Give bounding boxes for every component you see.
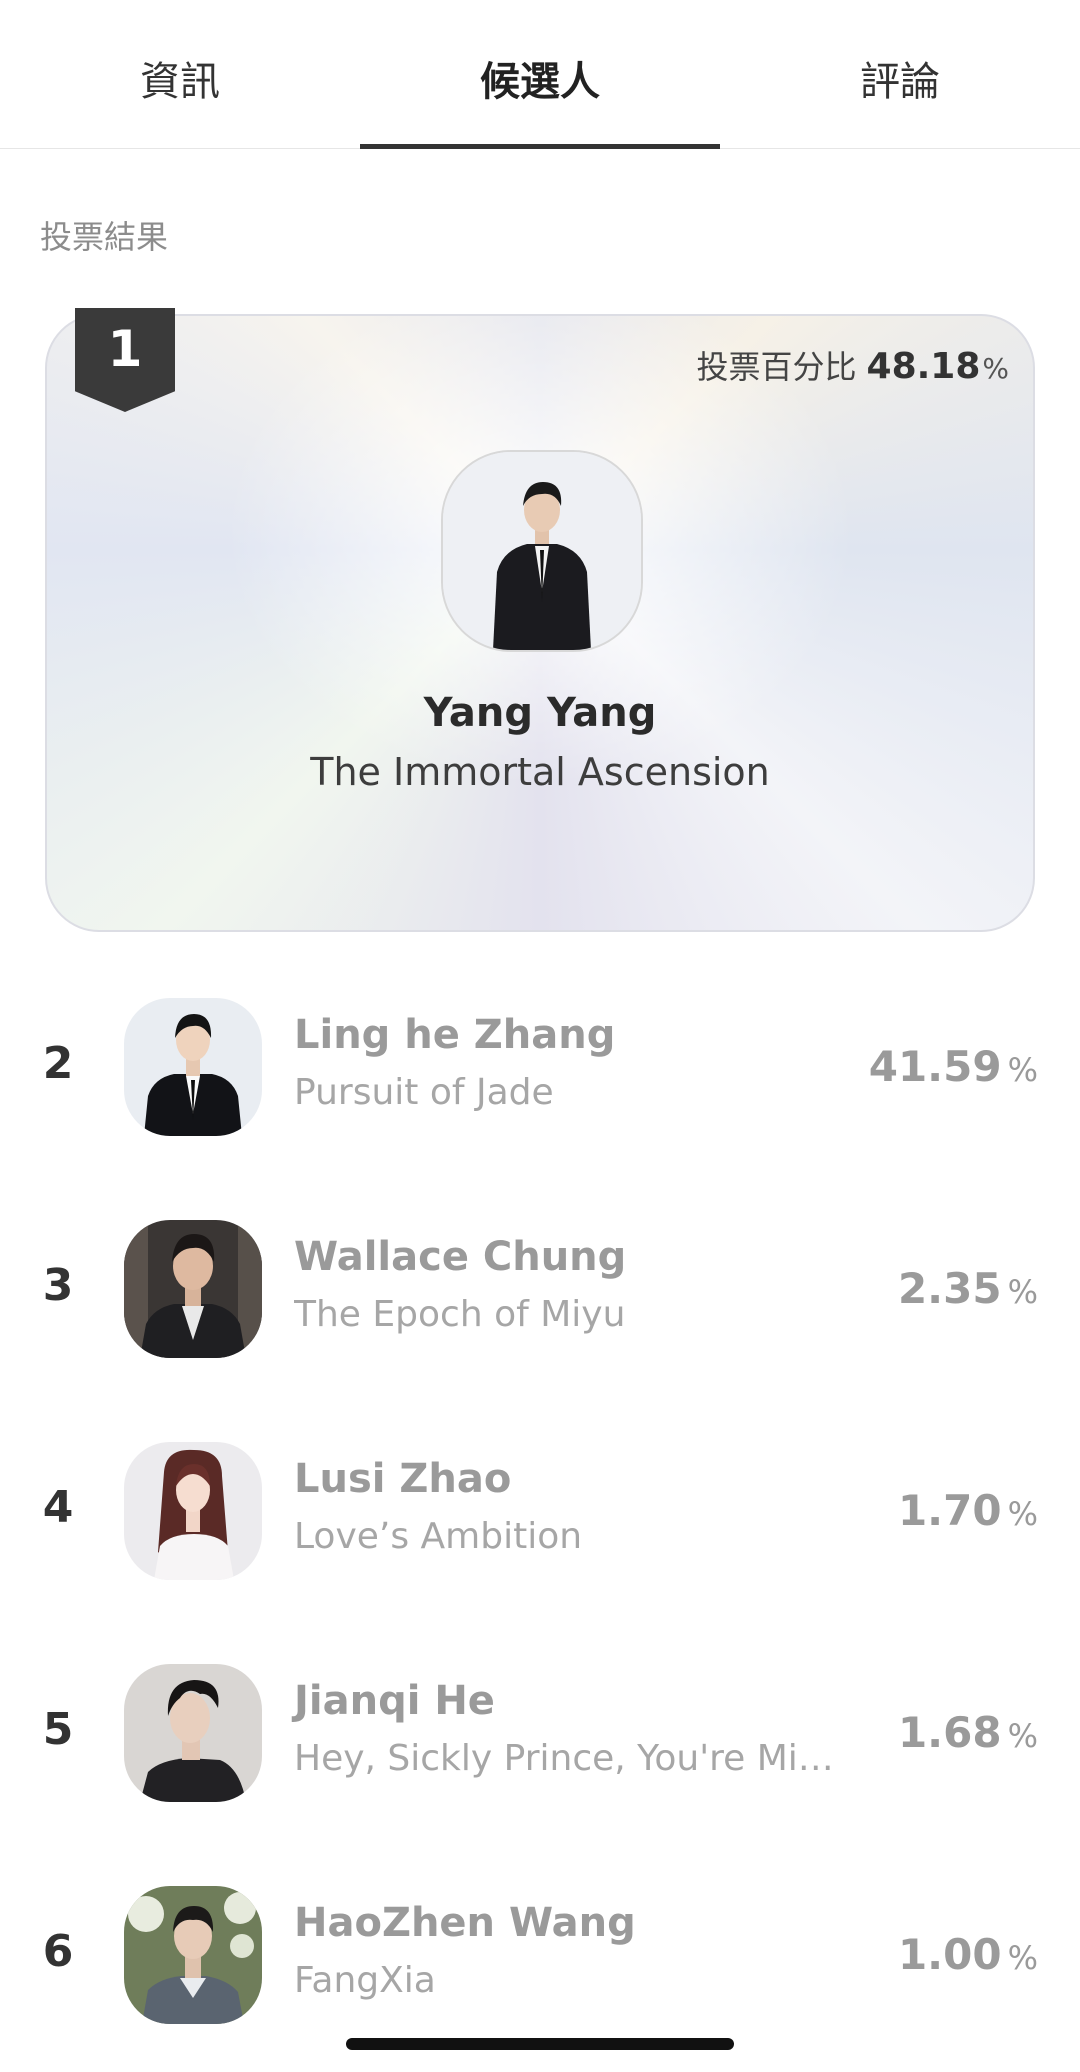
vote-percent-unit: % — [982, 352, 1009, 385]
percent-value: 1.00 — [897, 1930, 1002, 1979]
rank-number: 1 — [107, 320, 143, 378]
percent-unit: % — [1007, 1495, 1038, 1533]
avatar[interactable] — [124, 1220, 262, 1358]
avatar[interactable] — [124, 1886, 262, 2024]
vote-percent: 投票百分比 48.18 % — [697, 342, 1010, 388]
candidate-percent: 1.00 % — [898, 1930, 1038, 1979]
percent-unit: % — [1007, 1939, 1038, 1977]
candidate-work: Hey, Sickly Prince, You're Min... — [294, 1738, 834, 1779]
row-rank: 5 — [42, 1704, 74, 1755]
candidate-name: Ling he Zhang — [294, 1012, 616, 1058]
percent-unit: % — [1007, 1717, 1038, 1755]
avatar[interactable] — [124, 998, 262, 1136]
list-item[interactable]: 5 Jianqi He Hey, Sickly Prince, You're M… — [0, 1664, 1080, 1814]
home-indicator[interactable] — [346, 2038, 734, 2050]
avatar[interactable] — [124, 1442, 262, 1580]
vote-percent-label: 投票百分比 — [696, 348, 857, 386]
candidate-work: Love’s Ambition — [294, 1516, 583, 1557]
percent-value: 2.35 — [897, 1264, 1002, 1313]
candidate-work: The Epoch of Miyu — [294, 1294, 626, 1335]
candidate-percent: 41.59 % — [869, 1042, 1038, 1091]
candidate-name: HaoZhen Wang — [294, 1900, 636, 1946]
percent-unit: % — [1007, 1051, 1038, 1089]
candidate-name: Jianqi He — [294, 1678, 495, 1724]
tab-bar: 資訊 候選人 評論 — [0, 0, 1080, 149]
list-item[interactable]: 2 Ling he Zhang Pursuit of Jade 41.59 % — [0, 998, 1080, 1148]
winner-name: Yang Yang — [423, 690, 657, 736]
percent-unit: % — [1007, 1273, 1038, 1311]
percent-value: 1.68 — [897, 1708, 1002, 1757]
tab-candidates[interactable]: 候選人 — [360, 0, 720, 149]
winner-work: The Immortal Ascension — [310, 750, 770, 794]
tab-info[interactable]: 資訊 — [0, 0, 360, 148]
vote-percent-value: 48.18 — [866, 346, 981, 387]
avatar[interactable] — [441, 450, 643, 652]
section-label: 投票結果 — [40, 218, 169, 256]
rank-badge: 1 — [75, 308, 175, 412]
candidate-percent: 2.35 % — [898, 1264, 1038, 1313]
list-item[interactable]: 6 HaoZhen Wang FangXia 1.00 % — [0, 1886, 1080, 2036]
row-rank: 4 — [42, 1482, 74, 1533]
candidate-name: Lusi Zhao — [294, 1456, 512, 1502]
list-item[interactable]: 3 Wallace Chung The Epoch of Miyu 2.35 % — [0, 1220, 1080, 1370]
row-rank: 2 — [42, 1038, 74, 1089]
candidate-percent: 1.70 % — [898, 1486, 1038, 1535]
winner-card[interactable]: 1 投票百分比 48.18 % Yang Yang The Immortal A… — [45, 308, 1035, 932]
avatar[interactable] — [124, 1664, 262, 1802]
percent-value: 1.70 — [897, 1486, 1002, 1535]
row-rank: 3 — [42, 1260, 74, 1311]
row-rank: 6 — [42, 1926, 74, 1977]
candidate-work: Pursuit of Jade — [294, 1072, 554, 1113]
candidate-percent: 1.68 % — [898, 1708, 1038, 1757]
tab-comments[interactable]: 評論 — [720, 0, 1080, 148]
candidate-name: Wallace Chung — [294, 1234, 627, 1280]
list-item[interactable]: 4 Lusi Zhao Love’s Ambition 1.70 % — [0, 1442, 1080, 1592]
candidate-work: FangXia — [294, 1960, 436, 2001]
percent-value: 41.59 — [868, 1042, 1002, 1091]
